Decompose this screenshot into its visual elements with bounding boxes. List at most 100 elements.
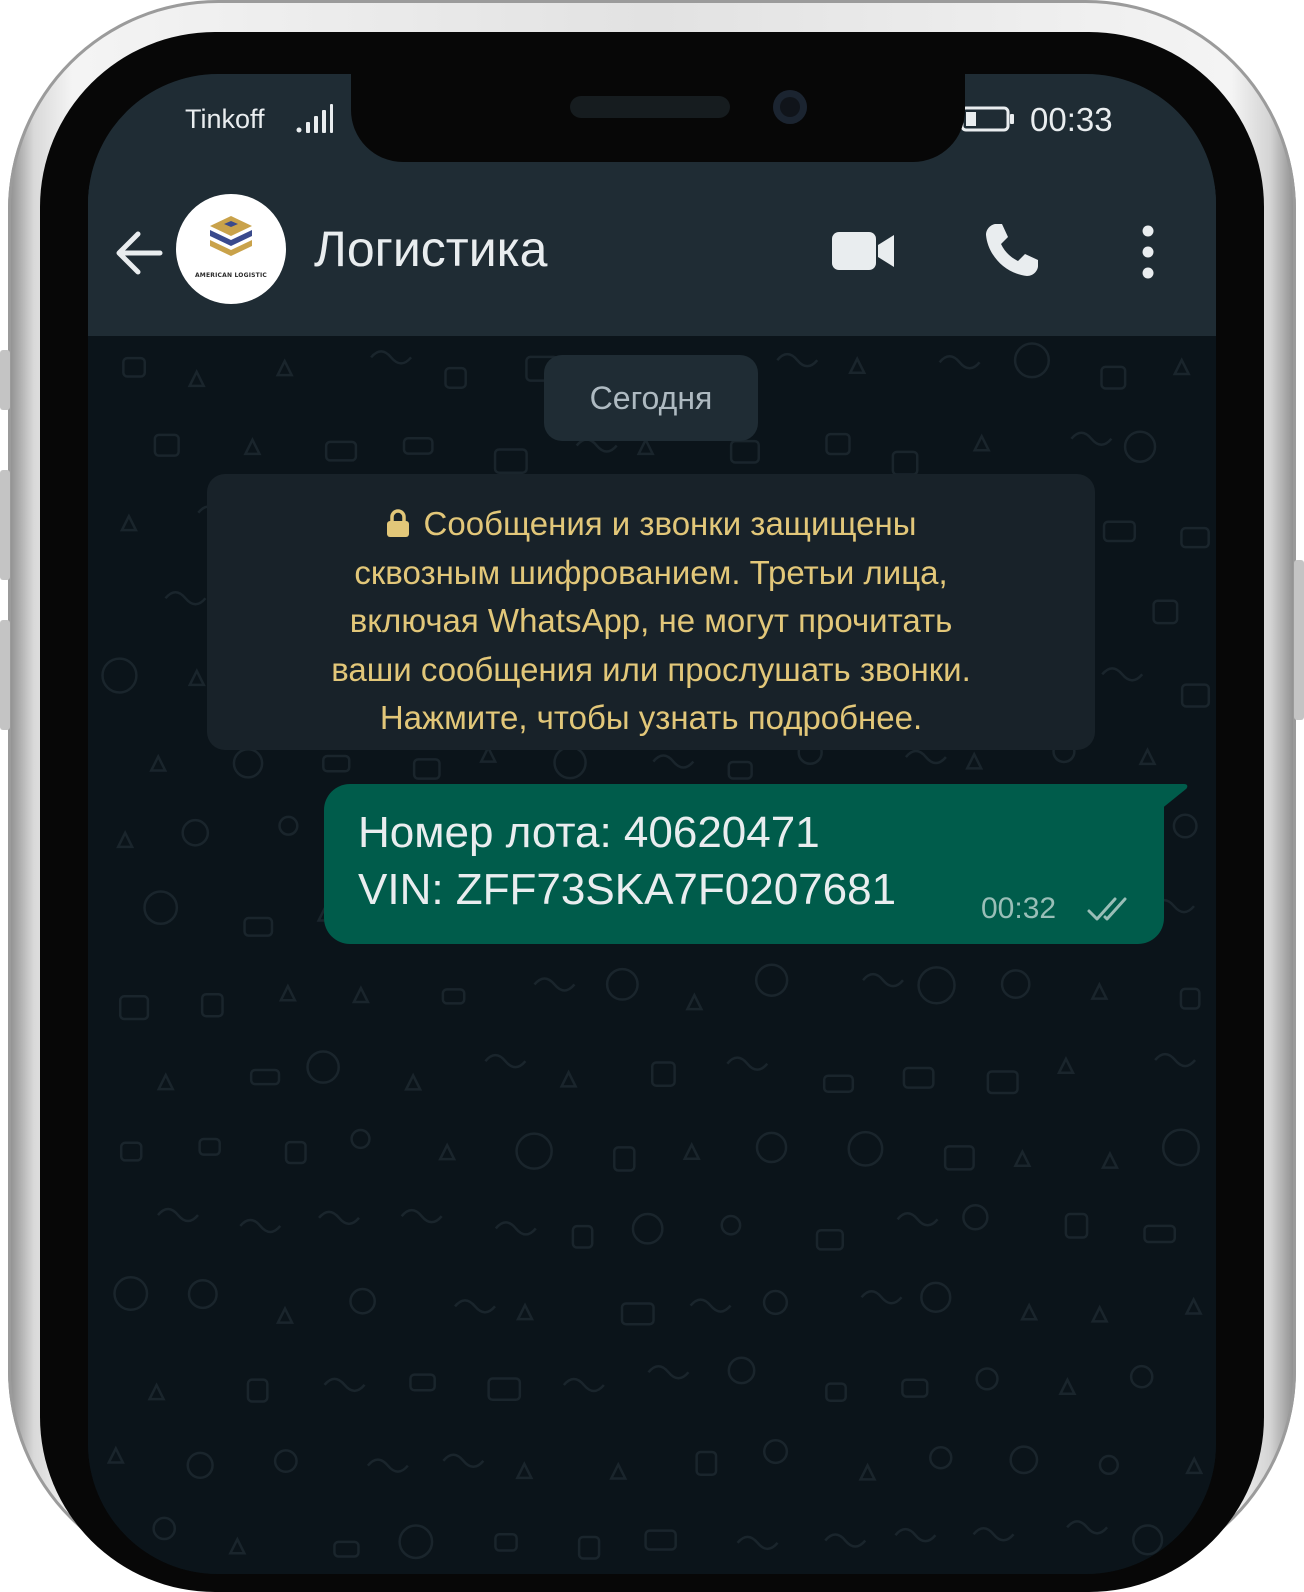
message-text: VIN: ZFF73SKA7F0207681 <box>358 865 897 914</box>
front-camera-icon <box>773 90 807 124</box>
wallpaper-doodle <box>647 1365 690 1380</box>
wallpaper-doodle <box>278 815 299 836</box>
wallpaper-doodle <box>972 1527 1015 1542</box>
status-clock: 00:33 <box>1030 101 1113 138</box>
wallpaper-doodle <box>776 352 819 368</box>
wallpaper-doodle <box>444 366 467 389</box>
wallpaper-doodle <box>494 1533 518 1552</box>
wallpaper-doodle <box>650 1061 676 1087</box>
wallpaper-doodle <box>186 1451 214 1479</box>
wallpaper-doodle <box>1180 683 1211 708</box>
wallpaper-doodle <box>562 1377 605 1393</box>
wallpaper-doodle <box>553 745 587 780</box>
wallpaper-doodle <box>609 1461 628 1480</box>
wallpaper-doodle <box>147 1382 166 1401</box>
wallpaper-doodle <box>894 1527 937 1543</box>
wallpaper-doodle <box>324 440 358 462</box>
wallpaper-doodle <box>278 983 297 1002</box>
wallpaper-doodle <box>187 1279 218 1310</box>
wallpaper-doodle <box>351 985 370 1004</box>
wallpaper-doodle <box>754 963 789 997</box>
wallpaper-doodle <box>318 1210 360 1226</box>
double-check-icon <box>1087 897 1127 921</box>
videocam-icon[interactable] <box>830 226 898 276</box>
wallpaper-doodle <box>200 992 224 1018</box>
wallpaper-doodle <box>370 350 413 365</box>
wallpaper-doodle <box>333 1540 360 1558</box>
wallpaper-doodle <box>1184 1296 1203 1315</box>
wallpaper-doodle <box>412 758 441 780</box>
wallpaper-doodle <box>822 1074 855 1094</box>
wallpaper-doodle <box>762 1289 789 1316</box>
wallpaper-doodle <box>1100 1150 1119 1169</box>
wallpaper-doodle <box>1129 1364 1154 1389</box>
encryption-notice[interactable]: Сообщения и звонки защищены сквозным шиф… <box>207 474 1095 750</box>
wallpaper-doodle <box>636 437 655 456</box>
wallpaper-doodle <box>156 1072 175 1091</box>
wallpaper-doodle <box>1101 667 1144 682</box>
wallpaper-doodle <box>1138 747 1157 766</box>
wallpaper-doodle <box>1070 431 1113 446</box>
wallpaper-doodle <box>101 657 138 694</box>
chat-area[interactable]: Сегодня Сообщения и звонки защищены скво… <box>88 336 1216 1574</box>
notice-text: Сообщения и звонки защищены <box>423 505 917 542</box>
wallpaper-doodle <box>965 751 984 770</box>
date-separator: Сегодня <box>544 355 758 441</box>
wallpaper-doodle <box>1009 1445 1039 1475</box>
wallpaper-doodle <box>848 355 867 375</box>
wallpaper-doodle <box>613 1146 636 1172</box>
wallpaper-doodle <box>1102 520 1136 543</box>
wallpaper-doodle <box>975 1367 999 1391</box>
wallpaper-doodle <box>494 1221 537 1236</box>
contact-avatar[interactable]: AMERICAN LOGISTIC <box>176 194 286 304</box>
wallpaper-doodle <box>605 967 639 1001</box>
wallpaper-doodle <box>400 1208 443 1224</box>
wallpaper-doodle <box>1058 1376 1077 1396</box>
wallpaper-doodle <box>322 754 351 773</box>
wallpaper-doodle <box>938 355 981 370</box>
wallpaper-doodle <box>243 916 274 937</box>
message-time: 00:32 <box>981 892 1057 925</box>
wallpaper-doodle <box>904 749 947 765</box>
outgoing-message[interactable]: Номер лота: 40620471 VIN: ZFF73SKA7F0207… <box>324 784 1164 944</box>
wallpaper-doodle <box>409 1373 436 1392</box>
back-arrow-icon[interactable] <box>110 224 168 282</box>
wallpaper-doodle <box>682 1141 701 1160</box>
wallpaper-doodle <box>1056 1055 1075 1075</box>
signal-bars-icon <box>296 104 333 133</box>
wallpaper-doodle <box>249 1068 281 1086</box>
bubble-tail <box>1160 784 1188 810</box>
wallpaper-doodle <box>515 1461 534 1480</box>
wallpaper-doodle <box>825 1382 847 1403</box>
wallpaper-doodle <box>533 977 576 992</box>
side-button <box>1294 560 1304 720</box>
wallpaper-doodle <box>762 1438 789 1465</box>
wallpaper-doodle <box>143 890 179 926</box>
wallpaper-doodle <box>164 591 207 606</box>
wallpaper-doodle <box>119 513 138 532</box>
wallpaper-doodle <box>454 1299 496 1314</box>
wallpaper-doodle <box>902 1066 935 1089</box>
wallpaper-doodle <box>685 992 704 1011</box>
chat-title[interactable]: Логистика <box>314 220 547 278</box>
wallpaper-doodle <box>755 1131 788 1164</box>
wallpaper-doodle <box>929 1446 953 1470</box>
wallpaper-doodle <box>972 433 991 452</box>
wallpaper-doodle <box>1172 813 1198 839</box>
wallpaper-doodle <box>442 1453 485 1469</box>
wallpaper-doodle <box>116 830 135 849</box>
wallpaper-doodle <box>858 1462 877 1481</box>
logo-icon <box>210 216 252 256</box>
wallpaper-doodle <box>404 1072 423 1091</box>
more-vertical-icon[interactable] <box>1128 222 1168 282</box>
wallpaper-doodle <box>350 1128 371 1150</box>
wallpaper-doodle <box>1172 357 1191 376</box>
phone-icon[interactable] <box>982 220 1042 280</box>
wallpaper-doodle <box>577 1535 601 1560</box>
wallpaper-doodle <box>1100 365 1127 390</box>
wallpaper-doodle <box>438 1142 457 1161</box>
wallpaper-doodle <box>228 1536 247 1555</box>
wallpaper-doodle <box>571 1224 594 1249</box>
wallpaper-doodle <box>815 1228 845 1251</box>
wallpaper-doodle <box>366 1458 409 1473</box>
